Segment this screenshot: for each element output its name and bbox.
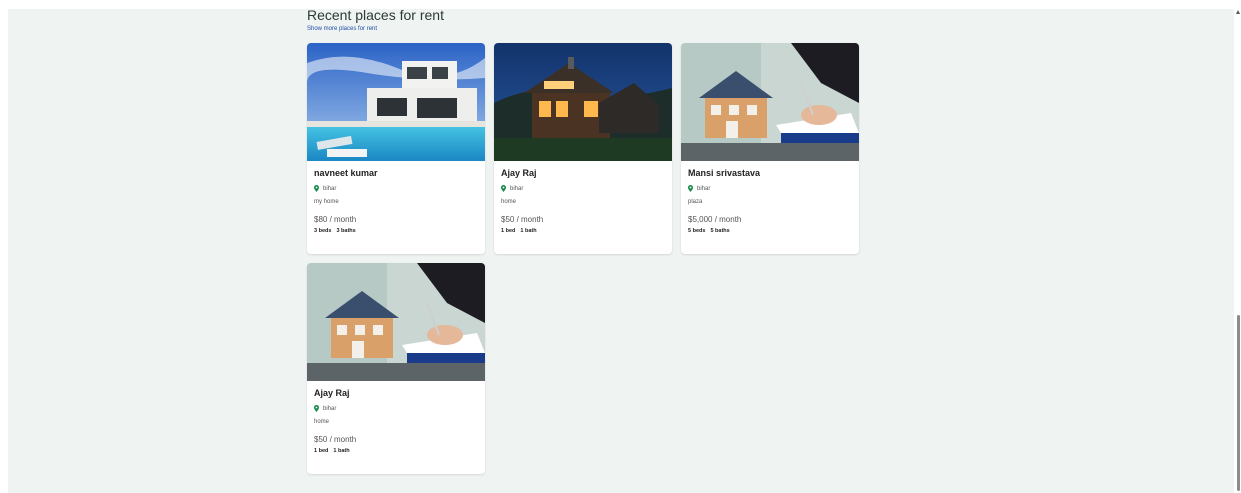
listing-card[interactable]: navneet kumar bihar my home $80 / month … — [307, 43, 485, 254]
listing-owner: navneet kumar — [314, 168, 378, 178]
listing-baths: 1 bath — [333, 448, 350, 454]
listings-grid: navneet kumar bihar my home $80 / month … — [307, 43, 867, 474]
listing-baths: 3 baths — [336, 228, 356, 234]
location-pin-icon — [688, 185, 693, 192]
listing-beds: 5 beds — [688, 228, 706, 234]
listing-beds: 1 bed — [501, 228, 516, 234]
listing-price: $50 / month — [501, 215, 544, 224]
house-model-contract-photo — [681, 43, 859, 161]
location-pin-icon — [314, 185, 319, 192]
listing-beds: 3 beds — [314, 228, 332, 234]
scroll-up-arrow-icon[interactable] — [1236, 10, 1240, 14]
listing-location: bihar — [697, 185, 711, 192]
modern-villa-photo — [307, 43, 485, 161]
recent-rentals-header: Recent places for rent Show more places … — [307, 6, 867, 32]
listing-owner: Ajay Raj — [314, 388, 350, 398]
location-pin-icon — [314, 405, 319, 412]
listing-location: bihar — [323, 405, 337, 412]
listing-card[interactable]: Mansi srivastava bihar plaza $5,000 / mo… — [681, 43, 859, 254]
section-title: Recent places for rent — [307, 7, 444, 23]
listing-description: home — [501, 199, 517, 205]
listing-beds: 1 bed — [314, 448, 329, 454]
listing-price: $80 / month — [314, 215, 357, 224]
listing-owner: Mansi srivastava — [688, 168, 761, 178]
listing-card[interactable]: Ajay Raj bihar home $50 / month 1 bed 1 … — [307, 263, 485, 474]
listing-price: $5,000 / month — [688, 215, 742, 224]
listing-description: home — [314, 419, 330, 425]
listing-owner: Ajay Raj — [501, 168, 537, 178]
listing-location: bihar — [323, 185, 337, 192]
listing-baths: 5 baths — [710, 228, 730, 234]
scrollbar-thumb[interactable] — [1237, 315, 1240, 491]
listing-baths: 1 bath — [520, 228, 537, 234]
listing-photo[interactable] — [494, 43, 672, 161]
listing-location: bihar — [510, 185, 524, 192]
listing-card[interactable]: Ajay Raj bihar home $50 / month 1 bed 1 … — [494, 43, 672, 254]
listing-description: my home — [314, 199, 339, 205]
listing-photo[interactable] — [681, 43, 859, 161]
house-model-contract-photo — [307, 263, 485, 381]
night-house-photo — [494, 43, 672, 161]
listing-photo[interactable] — [307, 43, 485, 161]
listing-price: $50 / month — [314, 435, 357, 444]
show-more-link[interactable]: Show more places for rent — [307, 26, 867, 32]
listing-photo[interactable] — [307, 263, 485, 381]
listing-description: plaza — [688, 199, 703, 205]
location-pin-icon — [501, 185, 506, 192]
